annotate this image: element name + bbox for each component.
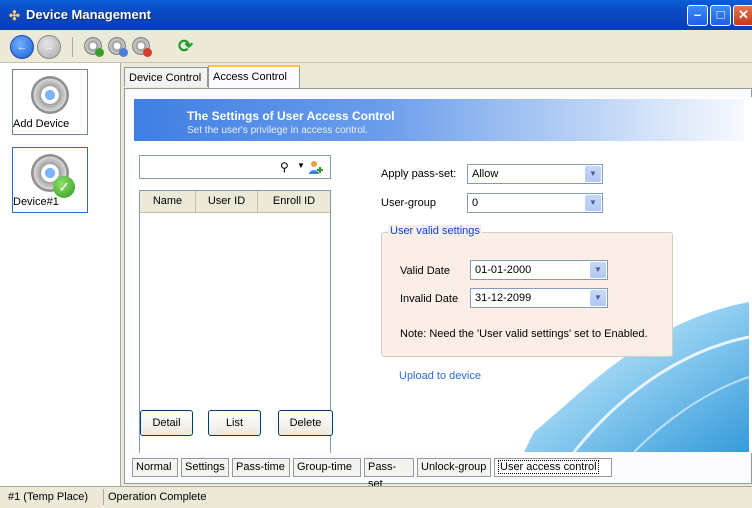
valid-date-label: Valid Date <box>400 265 450 277</box>
add-device-button[interactable]: Add Device <box>12 69 88 135</box>
user-group-select[interactable]: 0 ▼ <box>467 193 603 213</box>
invalid-date-picker[interactable]: 31-12-2099 ▼ <box>470 288 608 308</box>
device-sidebar: Add Device ✓ Device#1 <box>0 63 121 486</box>
gear-delete-icon[interactable] <box>132 37 152 57</box>
tab-access-control[interactable]: Access Control <box>208 65 300 88</box>
valid-settings-note: Note: Need the 'User valid settings' set… <box>400 328 648 340</box>
tab-pass-time[interactable]: Pass-time <box>232 458 290 477</box>
banner-subtitle: Set the user's privilege in access contr… <box>187 125 368 136</box>
status-bar: #1 (Temp Place) Operation Complete <box>0 486 752 508</box>
status-location: #1 (Temp Place) <box>8 491 89 503</box>
tab-user-access-control[interactable]: User access control <box>494 458 612 477</box>
status-divider <box>103 489 104 505</box>
banner-title: The Settings of User Access Control <box>187 109 395 123</box>
tab-device-control[interactable]: Device Control <box>124 67 208 87</box>
toolbar-separator <box>72 37 73 57</box>
user-valid-settings-group: User valid settings Valid Date 01-01-200… <box>381 225 673 357</box>
add-device-label: Add Device <box>13 118 70 130</box>
user-group-label: User-group <box>381 197 437 209</box>
refresh-icon[interactable]: ⟳ <box>178 36 193 57</box>
delete-button[interactable]: Delete <box>278 410 333 436</box>
invalid-date-value: 31-12-2099 <box>475 292 532 304</box>
title-bar: ✣ Device Management – □ ✕ <box>0 0 752 30</box>
status-message: Operation Complete <box>108 491 207 503</box>
invalid-date-label: Invalid Date <box>400 293 459 305</box>
column-name[interactable]: Name <box>140 191 196 212</box>
search-icon[interactable]: ⚲ <box>280 160 289 174</box>
user-group-value: 0 <box>472 197 479 209</box>
valid-date-value: 01-01-2000 <box>475 264 532 276</box>
tab-group-time[interactable]: Group-time <box>293 458 361 477</box>
apply-pass-set-value: Allow <box>472 168 499 180</box>
chevron-down-icon[interactable]: ▼ <box>585 166 601 182</box>
tab-user-access-control-label: User access control <box>498 460 599 474</box>
chevron-down-icon[interactable]: ▼ <box>590 262 606 278</box>
chevron-down-icon[interactable]: ▼ <box>590 290 606 306</box>
list-button[interactable]: List <box>208 410 261 436</box>
device-label: Device#1 <box>13 196 59 208</box>
forward-arrow-icon[interactable]: → <box>37 35 61 59</box>
toolbar: ← → ⟳ <box>0 30 752 63</box>
maximize-button[interactable]: □ <box>710 5 731 26</box>
window-title: Device Management <box>26 7 151 22</box>
valid-date-picker[interactable]: 01-01-2000 ▼ <box>470 260 608 280</box>
tab-pass-set[interactable]: Pass-set <box>364 458 414 490</box>
settings-banner: The Settings of User Access Control Set … <box>134 99 744 141</box>
app-icon: ✣ <box>9 8 20 23</box>
add-user-icon[interactable] <box>308 159 324 175</box>
user-search-box: ⚲ ▼ <box>139 155 331 179</box>
user-valid-settings-title: User valid settings <box>388 225 482 237</box>
close-button[interactable]: ✕ <box>733 5 752 26</box>
detail-button[interactable]: Detail <box>140 410 193 436</box>
apply-pass-set-select[interactable]: Allow ▼ <box>467 164 603 184</box>
gear-search-icon <box>31 76 69 114</box>
gear-check-icon: ✓ <box>31 154 75 198</box>
back-arrow-icon[interactable]: ← <box>10 35 34 59</box>
chevron-down-icon[interactable]: ▼ <box>297 161 305 170</box>
gear-add-icon[interactable] <box>84 37 104 57</box>
column-enroll-id[interactable]: Enroll ID <box>258 191 330 212</box>
gear-search-icon[interactable] <box>108 37 128 57</box>
minimize-button[interactable]: – <box>687 5 708 26</box>
search-input[interactable] <box>142 159 272 177</box>
upload-to-device-link[interactable]: Upload to device <box>399 370 481 382</box>
check-icon: ✓ <box>53 176 75 198</box>
chevron-down-icon[interactable]: ▼ <box>585 195 601 211</box>
tab-normal[interactable]: Normal <box>132 458 178 477</box>
tab-settings[interactable]: Settings <box>181 458 229 477</box>
apply-pass-set-label: Apply pass-set: <box>381 168 457 180</box>
column-user-id[interactable]: User ID <box>196 191 258 212</box>
access-control-panel: The Settings of User Access Control Set … <box>134 97 752 453</box>
tab-unlock-group[interactable]: Unlock-group <box>417 458 491 477</box>
device-item[interactable]: ✓ Device#1 <box>12 147 88 213</box>
user-list-header: Name User ID Enroll ID <box>140 191 330 213</box>
